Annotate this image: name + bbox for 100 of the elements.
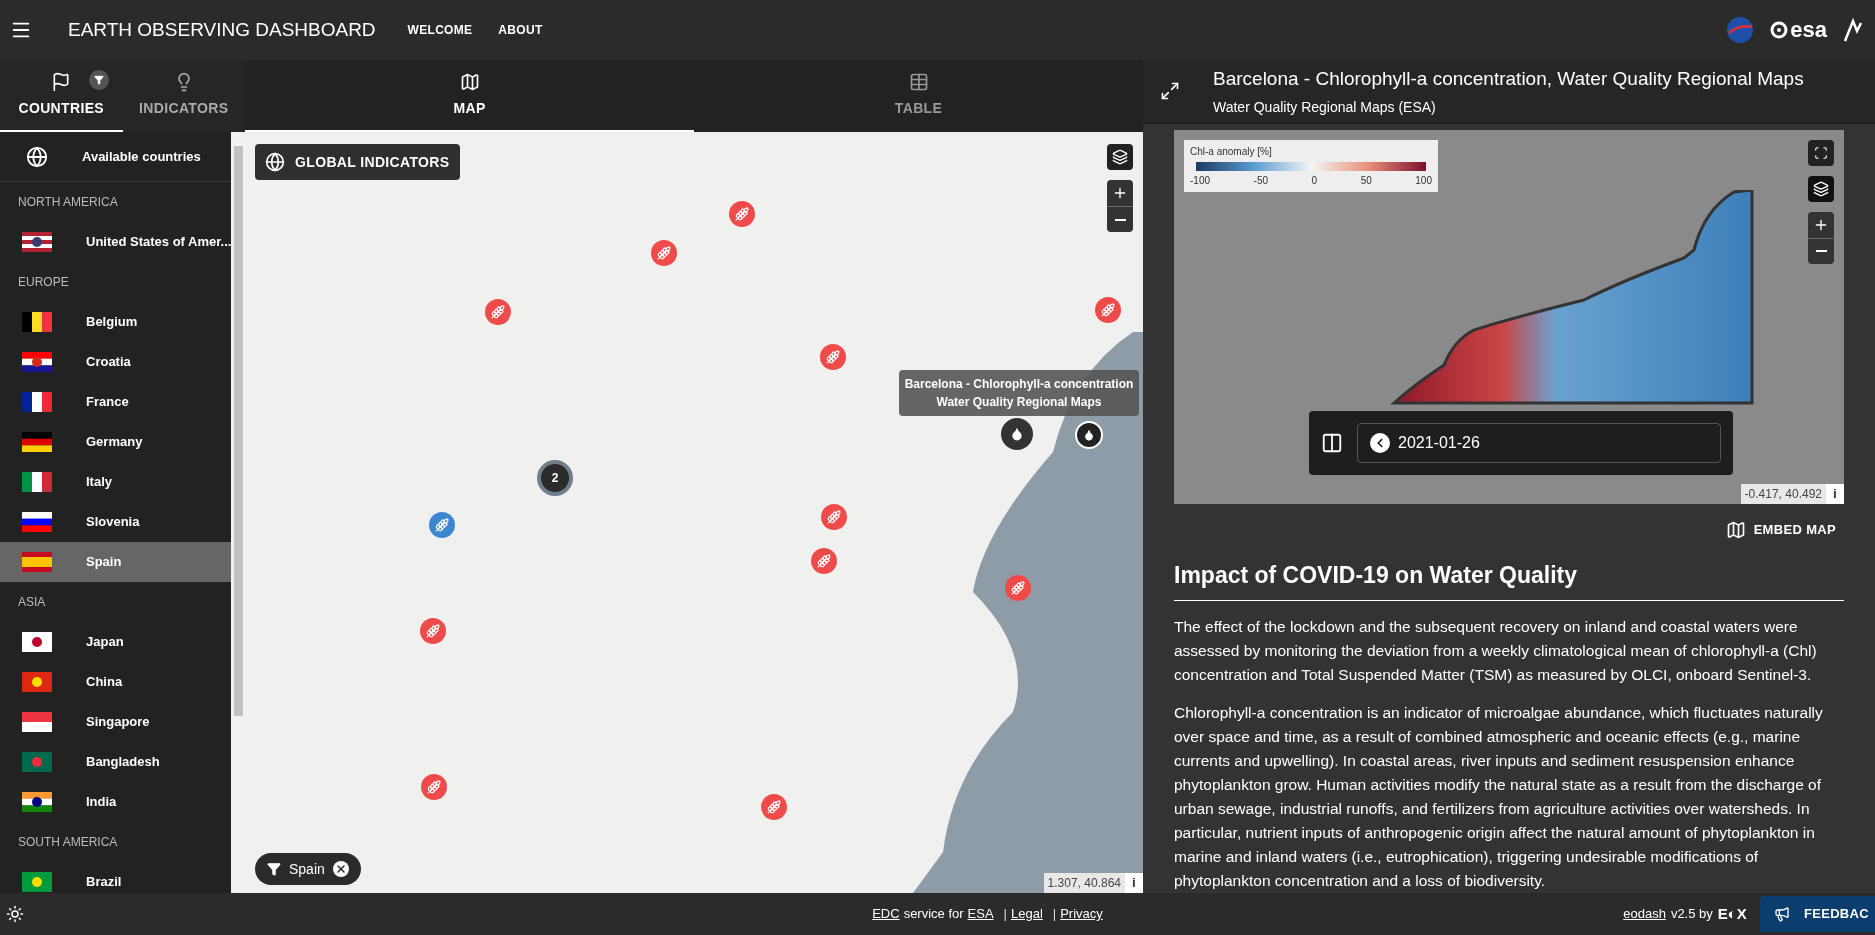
flag-icon	[22, 712, 52, 732]
close-icon[interactable]	[332, 861, 349, 877]
footer-link[interactable]: EDC	[872, 904, 900, 924]
region-header: NORTH AMERICA	[17, 194, 119, 211]
footer-text: service for	[903, 905, 964, 924]
legend-tick-label: -100	[1190, 173, 1210, 188]
country-item[interactable]: India	[0, 782, 231, 822]
article-paragraph: The effect of the lockdown and the subsequent recovery on inland and coastal waters were assessed by monitoring the deviation from a weekly climatological mean of chlorophyll-a (Chl) concentration and Total Suspended Matter (TSM) as measured by OLCI, onboard Sentinel-3.	[1174, 617, 1818, 685]
wheat-marker-icon[interactable]	[820, 344, 846, 370]
fullscreen-button[interactable]	[1808, 139, 1834, 166]
legend-tick-label: -50	[1253, 173, 1268, 188]
separator: |	[1052, 905, 1057, 924]
plus-icon	[1112, 185, 1128, 201]
layers-button[interactable]	[1107, 144, 1133, 170]
flag-icon	[22, 672, 52, 692]
fullscreen-icon	[1814, 145, 1828, 160]
droplet-marker-icon[interactable]	[1001, 418, 1033, 450]
theme-toggle-button[interactable]	[6, 905, 24, 923]
region-header: EUROPE	[17, 274, 70, 291]
footer-link[interactable]: Legal	[1011, 904, 1043, 924]
app-title: EARTH OBSERVING DASHBOARD	[68, 17, 376, 42]
wheat-marker-icon[interactable]	[421, 774, 447, 800]
map-tooltip: Barcelona - Chlorophyll-a concentration Water Quality Regional Maps	[899, 370, 1139, 416]
sidebar-tab[interactable]: COUNTRIES	[0, 60, 123, 132]
vendor-logo: E◐X	[1717, 903, 1747, 924]
country-item[interactable]: China	[0, 662, 231, 702]
country-item[interactable]: Spain	[0, 542, 231, 582]
institute-logo-icon	[1843, 17, 1863, 43]
region-header: SOUTH AMERICA	[17, 834, 119, 851]
layers-icon	[1112, 149, 1128, 165]
flag-icon	[22, 232, 52, 252]
wheat-marker-icon[interactable]	[1095, 297, 1121, 323]
filter-icon	[93, 75, 104, 85]
country-item[interactable]: United States of Amer...	[0, 222, 231, 262]
country-item[interactable]: Slovenia	[0, 502, 231, 542]
globe-icon	[26, 145, 48, 168]
filter-chip[interactable]: Spain	[255, 853, 361, 885]
globe-icon	[265, 152, 285, 172]
flag-icon	[22, 792, 52, 812]
flag-icon	[22, 752, 52, 772]
previous-date-icon[interactable]	[1370, 432, 1390, 453]
flag-icon	[22, 472, 52, 492]
agency-logo-icon	[1726, 16, 1755, 44]
footer-link[interactable]: ESA	[967, 904, 994, 924]
coordinates-readout: 1.307, 40.864	[1043, 873, 1125, 893]
flag-icon	[22, 392, 52, 412]
wheat-marker-icon[interactable]	[420, 618, 446, 644]
wheat-marker-icon[interactable]	[429, 512, 455, 538]
sidebar-tab[interactable]: INDICATORS	[122, 60, 245, 132]
article-heading: Impact of COVID-19 on Water Quality	[1174, 557, 1844, 601]
legend-tick-label: 100	[1415, 173, 1432, 188]
minus-icon	[1815, 250, 1827, 252]
country-item[interactable]: Japan	[0, 622, 231, 662]
partner-logo: esa	[1770, 19, 1827, 41]
wheat-marker-icon[interactable]	[821, 504, 847, 530]
version-text: v2.5 by	[1670, 905, 1713, 924]
flag-icon	[51, 71, 72, 92]
wheat-marker-icon[interactable]	[485, 299, 511, 325]
minus-icon	[1114, 218, 1126, 221]
map-icon	[459, 71, 480, 92]
country-item[interactable]: Italy	[0, 462, 231, 502]
wheat-marker-icon[interactable]	[761, 794, 787, 820]
info-button[interactable]: i	[1826, 483, 1844, 504]
sun-icon	[6, 905, 24, 923]
country-item[interactable]: Singapore	[0, 702, 231, 742]
country-item[interactable]: Germany	[0, 422, 231, 462]
article-paragraph: Chlorophyll-a concentration is an indicator of microalgae abundance, which fluctuates naturally over space and time, as a result of combined atmospheric and oceanic effects (e.g., marine currents and upwelling). In coastal areas, river inputs and sediment resuspension enhance phytoplankton grow. Human activities modify the natural state as a result from the discharge of urban sewage, industrial runoffs, and fertilizers from agriculture activities over watersheds. In particular, nutrient inputs of anthropogenic origin affect the natural amount of phytoplankton in marine and inland waters (i.e., eutrophication), triggering undesirable modifications of phytoplankton concentration and a loss of biodiversity.	[1174, 703, 1824, 891]
country-item[interactable]: Belgium	[0, 302, 231, 342]
cluster-marker[interactable]: 2	[537, 460, 573, 496]
compare-icon[interactable]	[1321, 431, 1343, 454]
wheat-marker-icon[interactable]	[811, 548, 837, 574]
nav-link[interactable]: ABOUT	[498, 21, 543, 39]
country-item[interactable]: Croatia	[0, 342, 231, 382]
date-field[interactable]: 2021-01-26	[1357, 422, 1721, 463]
map-legend: Chl-a anomaly [%] -100 -50 0 50 100	[1184, 139, 1438, 192]
wheat-marker-icon[interactable]	[729, 201, 755, 227]
scrollbar[interactable]	[231, 132, 245, 893]
filter-icon	[267, 862, 281, 876]
flag-icon	[22, 632, 52, 652]
nav-link[interactable]: WELCOME	[407, 21, 473, 39]
table-icon	[908, 71, 929, 92]
country-item[interactable]: France	[0, 382, 231, 422]
flag-icon	[22, 512, 52, 532]
wheat-marker-icon[interactable]	[651, 240, 677, 266]
flag-icon	[22, 432, 52, 452]
feedback-button[interactable]: FEEDBAC	[1759, 896, 1875, 932]
embed-map-button[interactable]: EMBED MAP	[1717, 515, 1844, 544]
flag-icon	[22, 352, 52, 372]
country-item[interactable]: Bangladesh	[0, 742, 231, 782]
footer-link[interactable]: Privacy	[1060, 904, 1103, 924]
view-tab[interactable]: TABLE	[694, 60, 1143, 132]
detail-title: Barcelona - Chlorophyll-a concentration, Water Quality Regional Maps	[1213, 66, 1804, 91]
expand-icon	[1160, 81, 1180, 102]
version-link[interactable]: eodash	[1623, 904, 1666, 924]
global-indicators-button[interactable]: GLOBAL INDICATORS	[255, 144, 460, 180]
legend-tick-label: 0	[1311, 173, 1318, 188]
layers-button[interactable]	[1808, 175, 1834, 202]
megaphone-icon	[1773, 906, 1790, 922]
country-item[interactable]: Brazil	[0, 862, 231, 893]
info-button[interactable]: i	[1125, 873, 1143, 893]
